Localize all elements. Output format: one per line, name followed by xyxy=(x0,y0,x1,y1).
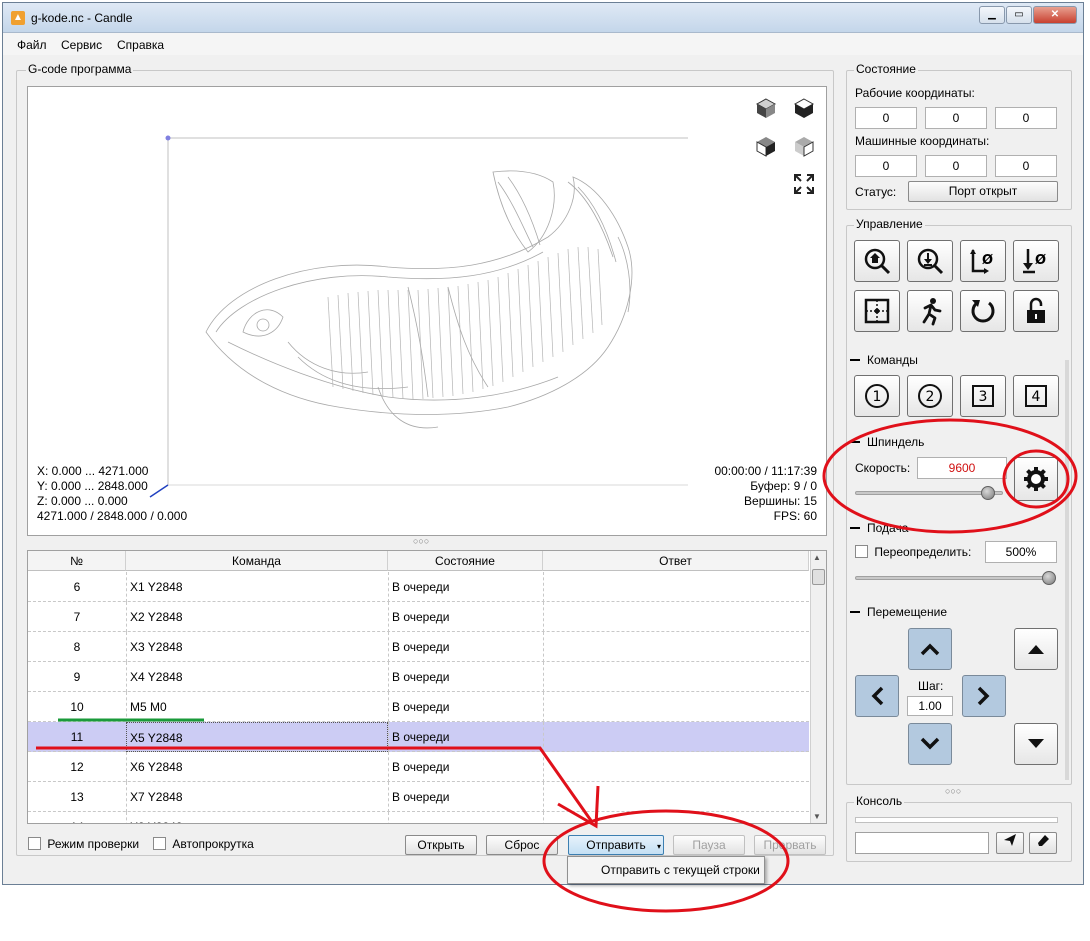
annotations-overlay xyxy=(36,418,1078,913)
red-circle-spindle xyxy=(822,418,1078,534)
red-arrow-line xyxy=(36,746,594,823)
red-circle-gear xyxy=(1002,449,1070,509)
red-circle-send xyxy=(542,809,790,913)
